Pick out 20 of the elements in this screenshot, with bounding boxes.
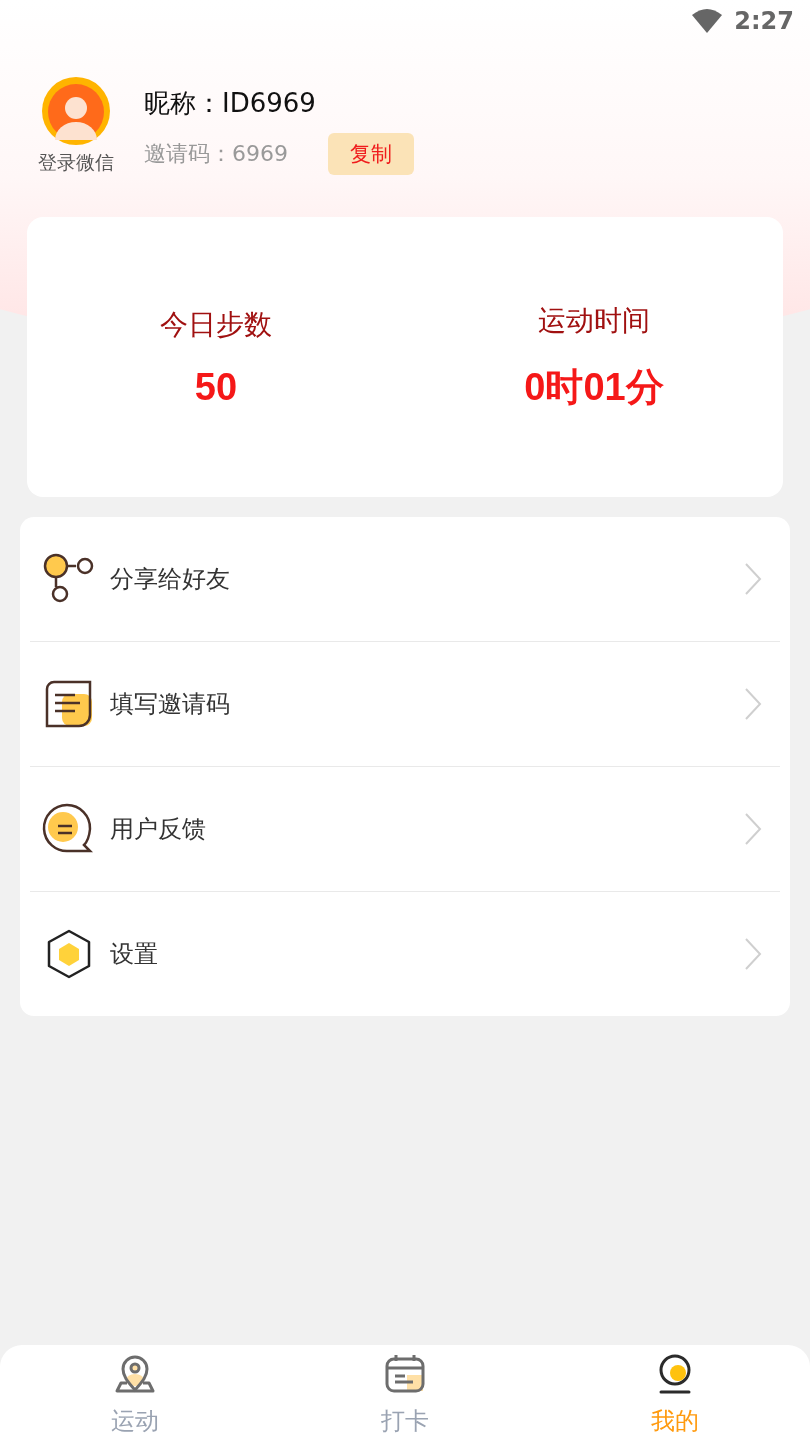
chevron-right-icon [744, 812, 762, 846]
menu-item[interactable]: 设置 [110, 938, 730, 970]
stat-value: 50 [194, 365, 238, 409]
stat-label: 运动时间 [538, 302, 650, 339]
login-wechat-link[interactable]: 登录微信 [38, 150, 114, 176]
chevron-right-icon [744, 937, 762, 971]
location-pin-icon [113, 1353, 157, 1395]
stat-value: 0时01分 [524, 364, 664, 410]
avatar[interactable] [41, 76, 111, 146]
menu-item[interactable]: 填写邀请码 [110, 688, 730, 720]
chevron-right-icon [744, 562, 762, 596]
nickname: 昵称：ID6969 [144, 87, 317, 120]
menu-item[interactable]: 分享给好友 [110, 563, 730, 595]
wifi-icon [692, 9, 723, 33]
stat-label: 今日步数 [160, 306, 272, 343]
chevron-right-icon [744, 687, 762, 721]
menu-item[interactable]: 用户反馈 [110, 813, 730, 845]
invite-code: 邀请码：6969 [144, 140, 288, 168]
status-time: 2:27 [734, 7, 794, 35]
calendar-icon [383, 1353, 427, 1395]
